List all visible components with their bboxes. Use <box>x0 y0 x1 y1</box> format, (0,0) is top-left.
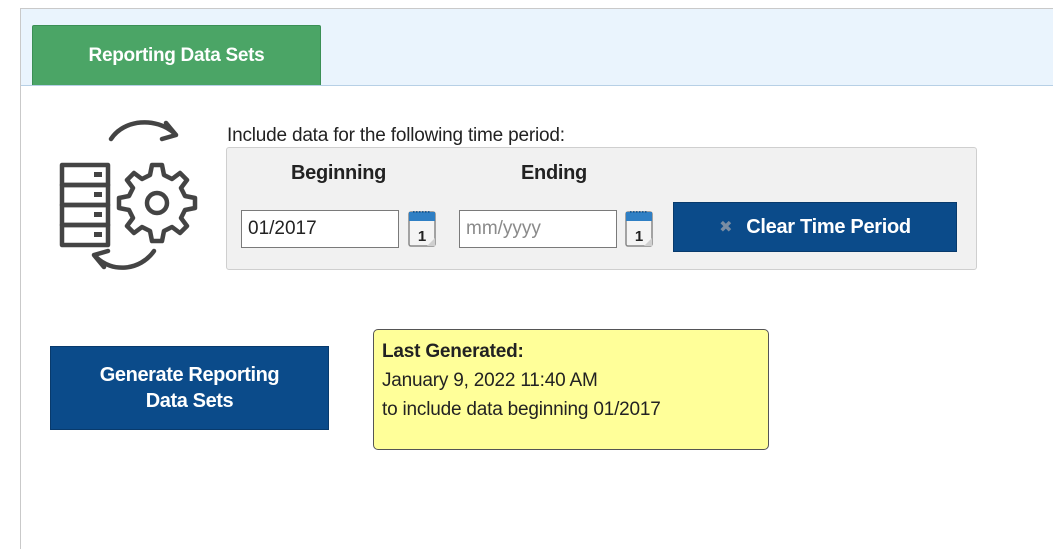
time-period-box: Beginning Ending 1 1 ✖ Clear Time Period <box>226 147 977 270</box>
last-generated-title: Last Generated: <box>382 341 524 362</box>
generate-button-line1: Generate Reporting <box>99 364 280 386</box>
reporting-panel: Reporting Data Sets <box>20 8 1053 549</box>
calendar-day: 1 <box>418 228 426 245</box>
clear-time-period-label: Clear Time Period <box>746 215 911 238</box>
generate-button-line2: Data Sets <box>145 390 234 412</box>
calendar-icon[interactable]: 1 <box>407 206 437 250</box>
last-generated-timestamp: January 9, 2022 11:40 AM <box>382 370 598 391</box>
tab-reporting-data-sets[interactable]: Reporting Data Sets <box>32 25 321 85</box>
last-generated-note-text: to include data beginning 01/2017 <box>382 399 661 420</box>
data-sets-sync-icon <box>59 120 198 270</box>
tab-bar: Reporting Data Sets <box>21 9 1053 86</box>
beginning-date-input[interactable] <box>241 210 399 248</box>
last-generated-note: Last Generated: January 9, 2022 11:40 AM… <box>373 329 769 450</box>
beginning-header: Beginning <box>291 162 387 184</box>
ending-header: Ending <box>521 162 587 184</box>
ending-date-input[interactable] <box>459 210 617 248</box>
clear-time-period-button[interactable]: ✖ Clear Time Period <box>673 202 957 252</box>
tab-label: Reporting Data Sets <box>88 44 265 66</box>
calendar-icon[interactable]: 1 <box>624 206 654 250</box>
time-period-label: Include data for the following time peri… <box>227 125 565 146</box>
generate-reporting-data-sets-button[interactable]: Generate Reporting Data Sets <box>50 346 329 430</box>
close-icon: ✖ <box>719 219 733 236</box>
calendar-day: 1 <box>635 228 643 245</box>
